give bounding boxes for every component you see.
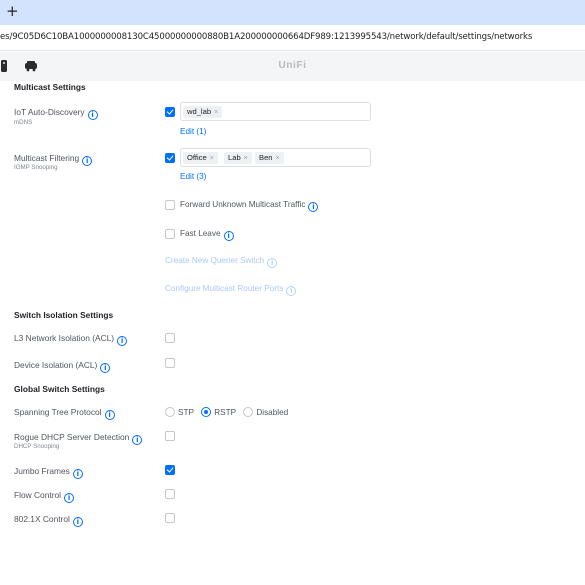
dot1x-control-checkbox[interactable] <box>165 513 175 523</box>
tag-remove-icon[interactable]: × <box>214 109 218 116</box>
rogue-dhcp-sublabel: DHCP Snooping <box>14 443 60 450</box>
tag-remove-icon[interactable]: × <box>276 155 280 162</box>
create-querier-switch-label: Create New Querier Switch <box>165 256 265 265</box>
iot-auto-discovery-edit-link[interactable]: Edit (1) <box>180 127 206 136</box>
device-isolation-label: Device Isolation (ACL) i <box>14 360 111 373</box>
l3-network-isolation-label-text: L3 Network Isolation (ACL) <box>14 333 115 343</box>
rogue-dhcp-checkbox[interactable] <box>165 431 175 441</box>
multicast-filtering-tag-input[interactable]: Office × Lab × Ben × <box>180 148 371 167</box>
configure-router-ports-label: Configure Multicast Router Ports <box>165 284 284 293</box>
section-title-switch-isolation: Switch Isolation Settings <box>14 310 114 320</box>
spanning-tree-radio-group: STP RSTP Disabled <box>165 407 293 417</box>
l3-network-isolation-checkbox[interactable] <box>165 333 175 343</box>
flow-control-label: Flow Control i <box>14 490 75 503</box>
browser-tab-bar: + <box>0 0 585 25</box>
configure-router-ports-link[interactable]: Configure Multicast Router Ports i <box>165 284 297 296</box>
flow-control-label-text: Flow Control <box>14 490 62 500</box>
tag-label: Office <box>187 153 207 162</box>
jumbo-frames-label-text: Jumbo Frames <box>14 466 70 476</box>
app-brand: UniFi <box>278 60 307 71</box>
iot-auto-discovery-checkbox[interactable] <box>165 107 175 117</box>
tag-label: wd_lab <box>187 107 212 116</box>
info-icon[interactable]: i <box>267 258 278 268</box>
jumbo-frames-checkbox[interactable] <box>165 465 175 475</box>
fast-leave-label-text: Fast Leave <box>180 229 221 238</box>
spanning-tree-label-text: Spanning Tree Protocol <box>14 407 102 417</box>
tag-remove-icon[interactable]: × <box>210 155 214 162</box>
info-icon[interactable]: i <box>117 336 128 346</box>
new-tab-button[interactable]: + <box>6 2 19 20</box>
tag-chip[interactable]: Office × <box>183 152 218 164</box>
multicast-filtering-edit-link[interactable]: Edit (3) <box>180 172 206 181</box>
section-title-multicast: Multicast Settings <box>14 82 86 92</box>
tag-chip[interactable]: wd_lab × <box>183 106 223 118</box>
rstp-radio[interactable] <box>201 407 212 417</box>
multicast-filtering-label-text: Multicast Filtering <box>14 153 80 163</box>
create-querier-switch-link[interactable]: Create New Querier Switch i <box>165 256 278 268</box>
section-title-global-switch: Global Switch Settings <box>14 384 105 394</box>
l3-network-isolation-label: L3 Network Isolation (ACL) i <box>14 333 128 346</box>
tag-chip[interactable]: Ben × <box>255 152 284 164</box>
stp-radio-option[interactable]: STP <box>165 407 194 417</box>
info-icon[interactable]: i <box>223 231 234 241</box>
spanning-tree-label: Spanning Tree Protocol i <box>14 407 115 420</box>
forward-unknown-multicast-label-text: Forward Unknown Multicast Traffic <box>180 200 306 209</box>
stp-radio[interactable] <box>165 407 175 417</box>
info-icon[interactable]: i <box>72 517 83 527</box>
tag-label: Lab <box>228 153 241 162</box>
iot-auto-discovery-sublabel: mDNS <box>14 119 33 126</box>
tag-chip[interactable]: Lab × <box>224 152 252 164</box>
info-icon[interactable]: i <box>72 469 83 479</box>
info-icon[interactable]: i <box>82 156 93 166</box>
disabled-radio-option[interactable]: Disabled <box>243 407 288 417</box>
info-icon[interactable]: i <box>132 435 143 445</box>
multicast-filtering-sublabel: IGMP Snooping <box>14 164 58 171</box>
forward-unknown-multicast-label: Forward Unknown Multicast Traffic i <box>180 200 319 212</box>
rstp-radio-label: RSTP <box>214 408 237 417</box>
rogue-dhcp-label-text: Rogue DHCP Server Detection <box>14 432 130 442</box>
info-icon[interactable]: i <box>100 363 111 373</box>
info-icon[interactable]: i <box>286 286 297 296</box>
iot-auto-discovery-label-text: IoT Auto-Discovery <box>14 107 85 117</box>
dot1x-control-label: 802.1X Control i <box>14 514 83 527</box>
info-icon[interactable]: i <box>104 410 115 420</box>
fast-leave-checkbox[interactable] <box>165 229 175 239</box>
rstp-radio-option[interactable]: RSTP <box>201 407 236 417</box>
disabled-radio[interactable] <box>243 407 254 417</box>
jumbo-frames-label: Jumbo Frames i <box>14 466 83 479</box>
disabled-radio-label: Disabled <box>256 408 289 417</box>
info-icon[interactable]: i <box>64 493 75 503</box>
multicast-filtering-checkbox[interactable] <box>165 153 175 163</box>
device-isolation-label-text: Device Isolation (ACL) <box>14 360 98 370</box>
iot-auto-discovery-tag-input[interactable]: wd_lab × <box>180 102 371 121</box>
address-bar[interactable]: es/9C05D6C10BA1000000008130C450000000008… <box>0 25 585 51</box>
forward-unknown-multicast-checkbox[interactable] <box>165 200 175 210</box>
device-isolation-checkbox[interactable] <box>165 358 175 368</box>
info-icon[interactable]: i <box>87 110 98 120</box>
dot1x-control-label-text: 802.1X Control <box>14 514 70 524</box>
tag-remove-icon[interactable]: × <box>244 155 248 162</box>
stp-radio-label: STP <box>178 408 194 417</box>
url-text[interactable]: es/9C05D6C10BA1000000008130C450000000008… <box>0 32 532 42</box>
fast-leave-label: Fast Leave i <box>180 229 234 241</box>
app-header: UniFi <box>0 52 585 81</box>
info-icon[interactable]: i <box>308 202 319 212</box>
flow-control-checkbox[interactable] <box>165 489 175 499</box>
tag-label: Ben <box>259 153 273 162</box>
